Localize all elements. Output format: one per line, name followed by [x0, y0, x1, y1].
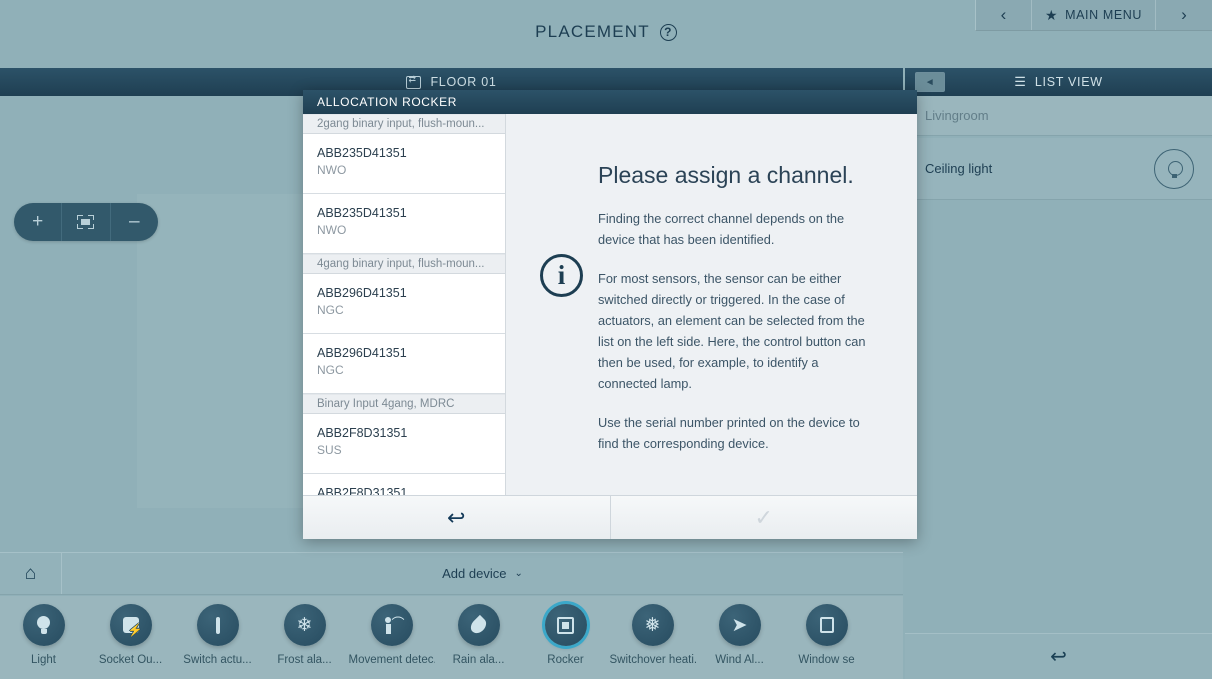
- device-category: Binary Input 4gang, MDRC: [303, 394, 505, 414]
- home-button[interactable]: ⌂: [0, 553, 62, 594]
- list-view-panel: ◄ ☰ LIST VIEW Livingroom Ceiling light ↩: [905, 68, 1212, 679]
- device-palette: Light Socket Ou... Switch actu... ❄ Fros…: [0, 596, 903, 679]
- panel-back-button[interactable]: ↩: [905, 633, 1212, 679]
- top-bar: PLACEMENT ? ‹ ★ MAIN MENU ›: [0, 0, 1212, 64]
- zoom-controls: + –: [14, 203, 158, 241]
- zoom-out-button[interactable]: –: [111, 203, 158, 241]
- list-item[interactable]: Ceiling light: [905, 138, 1212, 200]
- palette-item-window-sensor[interactable]: Window se: [783, 604, 870, 666]
- page-title: PLACEMENT: [535, 22, 650, 41]
- window-sensor-icon: [805, 604, 848, 646]
- light-bulb-icon[interactable]: [1154, 148, 1194, 189]
- dialog-confirm-button[interactable]: ✓: [610, 496, 917, 539]
- add-device-label: Add device: [442, 566, 507, 581]
- frost-alarm-icon: ❄: [283, 604, 326, 646]
- top-nav: ‹ ★ MAIN MENU ›: [975, 0, 1212, 31]
- fit-to-screen-icon: [77, 215, 95, 229]
- collapse-panel-button[interactable]: ◄: [915, 72, 945, 92]
- palette-label: Socket Ou...: [98, 654, 163, 666]
- palette-item-light[interactable]: Light: [0, 604, 87, 666]
- dialog-back-button[interactable]: ↩: [303, 496, 611, 539]
- info-heading: Please assign a channel.: [598, 162, 854, 188]
- palette-label: Movement detec...: [348, 654, 435, 666]
- palette-item-socket-outlet[interactable]: Socket Ou...: [87, 604, 174, 666]
- device-serial: ABB296D41351: [317, 286, 407, 300]
- device-serial: ABB296D41351: [317, 346, 407, 360]
- info-paragraph-2: For most sensors, the sensor can be eith…: [598, 271, 866, 391]
- device-serial: ABB2F8D31351: [317, 426, 408, 440]
- star-icon: ★: [1044, 6, 1059, 23]
- allocation-dialog: ALLOCATION ROCKER 2gang binary input, fl…: [303, 90, 917, 539]
- wind-alarm-icon: ➤: [718, 604, 761, 646]
- chevron-down-icon: ⌄: [514, 568, 523, 579]
- device-category: 2gang binary input, flush-moun...: [303, 114, 505, 134]
- palette-label: Rocker: [547, 654, 584, 666]
- device-row[interactable]: ABB2F8D31351: [303, 474, 505, 495]
- light-bulb-icon: [22, 604, 65, 646]
- help-icon[interactable]: ?: [659, 23, 677, 41]
- palette-label: Window se: [798, 654, 855, 666]
- info-text: Finding the correct channel depends on t…: [598, 208, 878, 454]
- nav-prev-button[interactable]: ‹: [976, 0, 1032, 30]
- device-sub: NGC: [317, 363, 344, 377]
- list-view-title: LIST VIEW: [1034, 75, 1103, 89]
- fit-to-screen-button[interactable]: [62, 203, 111, 241]
- info-paragraph-3: Use the serial number printed on the dev…: [598, 415, 860, 451]
- switch-actuator-icon: [196, 604, 239, 646]
- palette-item-switch-actuator[interactable]: Switch actu...: [174, 604, 261, 666]
- device-row[interactable]: ABB296D41351 NGC: [303, 334, 505, 394]
- palette-item-frost-alarm[interactable]: ❄ Frost ala...: [261, 604, 348, 666]
- list-icon: ☰: [1014, 74, 1026, 89]
- back-arrow-icon: ↩: [1050, 646, 1067, 668]
- device-row[interactable]: ABB235D41351 NWO: [303, 134, 505, 194]
- add-device-bar: ⌂ Add device ⌄: [0, 552, 903, 595]
- info-icon: i: [540, 254, 583, 297]
- list-item-label: Ceiling light: [925, 161, 993, 176]
- zoom-in-button[interactable]: +: [14, 203, 63, 241]
- rocker-icon: [544, 604, 587, 646]
- floorplan-icon: [406, 74, 422, 89]
- device-category: 4gang binary input, flush-moun...: [303, 254, 505, 274]
- movement-detector-icon: ⌒: [370, 604, 413, 646]
- info-paragraph-1: Finding the correct channel depends on t…: [598, 211, 845, 247]
- palette-label: Wind Al...: [715, 654, 764, 666]
- device-sub: NWO: [317, 223, 347, 237]
- palette-label: Frost ala...: [277, 654, 332, 666]
- device-serial: ABB235D41351: [317, 146, 407, 160]
- device-row[interactable]: ABB235D41351 NWO: [303, 194, 505, 254]
- device-serial: ABB2F8D31351: [317, 486, 408, 495]
- palette-label: Light: [31, 654, 56, 666]
- palette-item-switchover-heating[interactable]: ❅ Switchover heati...: [609, 604, 696, 666]
- nav-next-button[interactable]: ›: [1156, 0, 1212, 30]
- dialog-title: ALLOCATION ROCKER: [303, 90, 917, 114]
- rain-alarm-icon: [457, 604, 500, 646]
- device-sub: SUS: [317, 443, 342, 457]
- floor-title: FLOOR 01: [430, 75, 497, 89]
- palette-label: Switchover heati...: [609, 654, 696, 666]
- placement-app: PLACEMENT ? ‹ ★ MAIN MENU › FLOOR 01 +: [0, 0, 1212, 679]
- dialog-footer: ↩ ✓: [303, 495, 917, 539]
- device-sub: NGC: [317, 303, 344, 317]
- palette-item-rain-alarm[interactable]: Rain ala...: [435, 604, 522, 666]
- main-menu-button[interactable]: ★ MAIN MENU: [1032, 0, 1156, 30]
- palette-item-rocker[interactable]: Rocker: [522, 604, 609, 666]
- socket-outlet-icon: [109, 604, 152, 646]
- switchover-heating-icon: ❅: [631, 604, 674, 646]
- palette-item-movement-detector[interactable]: ⌒ Movement detec...: [348, 604, 435, 666]
- device-sub: NWO: [317, 163, 347, 177]
- main-menu-label: MAIN MENU: [1065, 8, 1143, 22]
- add-device-button[interactable]: Add device ⌄: [62, 566, 903, 581]
- home-icon: ⌂: [24, 563, 37, 584]
- device-serial: ABB235D41351: [317, 206, 407, 220]
- device-row[interactable]: ABB296D41351 NGC: [303, 274, 505, 334]
- palette-item-wind-alarm[interactable]: ➤ Wind Al...: [696, 604, 783, 666]
- list-group-header: Livingroom: [905, 96, 1212, 136]
- palette-label: Switch actu...: [183, 654, 252, 666]
- palette-label: Rain ala...: [452, 654, 505, 666]
- device-row[interactable]: ABB2F8D31351 SUS: [303, 414, 505, 474]
- device-list[interactable]: 2gang binary input, flush-moun... ABB235…: [303, 114, 506, 495]
- list-view-header: ◄ ☰ LIST VIEW: [905, 68, 1212, 96]
